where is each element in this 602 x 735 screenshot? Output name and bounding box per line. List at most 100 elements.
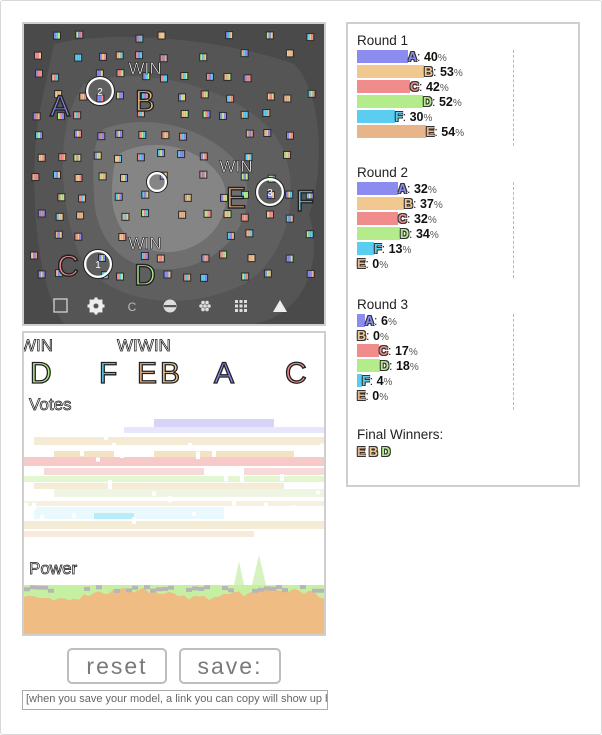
- voter-glyph: [283, 150, 292, 159]
- candidate-e[interactable]: E: [225, 181, 246, 215]
- voter-glyph: [285, 190, 294, 199]
- results-panel: Round 1 A: 40% B: 53% C: 42% D: 52% F: 30% E: …: [346, 22, 580, 487]
- result-pct: 53: [439, 65, 454, 79]
- result-row-c: C: 32%: [357, 212, 517, 227]
- voter-glyph: [223, 72, 232, 81]
- voter-glyph: [118, 233, 127, 242]
- win-label: WIN: [219, 157, 252, 176]
- separator: :: [432, 95, 439, 109]
- result-row-f: F: 13%: [357, 242, 517, 257]
- result-pct: 32: [413, 212, 428, 226]
- percent-sign: %: [429, 230, 439, 241]
- candidate-f[interactable]: F: [295, 184, 315, 218]
- voter-glyph: [226, 94, 235, 103]
- result-bar: [357, 110, 395, 123]
- result-candidate: B: [357, 329, 367, 343]
- final-winner-d: D: [381, 445, 391, 459]
- voter-glyph: [114, 154, 123, 163]
- result-pct: 18: [395, 359, 410, 373]
- voter-glyph: [199, 170, 208, 179]
- voter-glyph: [37, 209, 46, 218]
- voter-glyph: [285, 254, 294, 263]
- result-bar: [357, 314, 365, 327]
- voter-glyph: [35, 131, 44, 140]
- voter-glyph: [263, 129, 272, 138]
- voter-glyph: [116, 272, 125, 281]
- separator: :: [407, 182, 414, 196]
- result-pct: 37: [419, 197, 434, 211]
- result-candidate: A: [408, 50, 418, 64]
- candidate-b[interactable]: B: [134, 84, 155, 118]
- voter-glyph: [58, 153, 67, 162]
- voter-glyph: [265, 31, 274, 40]
- voter-glyph: [178, 93, 187, 102]
- result-row-b: B: 0%: [357, 329, 517, 344]
- round-1: Round 1 A: 40% B: 53% C: 42% D: 52% F: 30% E: …: [357, 32, 578, 146]
- final-winner-e: E: [357, 445, 366, 459]
- power-label: Power: [29, 559, 78, 578]
- voter-glyph: [200, 90, 209, 99]
- gear-icon[interactable]: [87, 297, 105, 315]
- simulation-svg[interactable]: A BC DE FWINWINWIN213C: [24, 24, 324, 324]
- candidate-a[interactable]: A: [49, 89, 70, 123]
- result-bar: [357, 344, 379, 357]
- voter-glyph: [306, 33, 315, 42]
- win-label: WIN: [128, 234, 161, 253]
- voter-glyph: [52, 170, 61, 179]
- percent-sign: %: [433, 200, 443, 211]
- result-candidate: D: [423, 95, 433, 109]
- simulation-canvas[interactable]: A B C D E F WIN WIN WIN 2 1 3 C: [22, 22, 326, 326]
- voter-glyph: [263, 269, 272, 278]
- voter-glyph: [74, 53, 83, 62]
- voter-glyph: [226, 231, 235, 240]
- percent-sign: %: [402, 245, 412, 256]
- round-rows: A: 32% B: 37% C: 32% D: 34% F: 13% E: 0%: [357, 182, 517, 278]
- final-winners-title: Final Winners:: [357, 427, 444, 442]
- voter-glyph: [202, 110, 211, 119]
- svg-text:C: C: [128, 300, 137, 314]
- reset-button[interactable]: reset: [67, 648, 167, 684]
- percent-sign: %: [423, 113, 433, 124]
- separator: :: [388, 344, 395, 358]
- result-pct: 34: [415, 227, 430, 241]
- voter-glyph: [247, 254, 256, 263]
- header-candidate-f: F: [99, 357, 117, 390]
- separator: :: [402, 110, 410, 124]
- voter-glyph: [283, 94, 292, 103]
- save-link-field[interactable]: [when you save your model, a link you ca…: [22, 690, 328, 710]
- result-row-d: D: 18%: [357, 359, 517, 374]
- grid-icon[interactable]: [235, 300, 247, 312]
- result-candidate: D: [400, 227, 410, 241]
- smiley-icon[interactable]: [163, 299, 177, 313]
- percent-sign: %: [439, 83, 449, 94]
- candidate-d[interactable]: D: [133, 258, 156, 292]
- result-pct: 30: [409, 110, 424, 124]
- result-pct: 32: [413, 182, 428, 196]
- voter-glyph: [305, 230, 314, 239]
- win-label: WIN: [128, 59, 161, 78]
- result-candidate: C: [379, 344, 389, 358]
- voter-glyph: [121, 212, 130, 221]
- final-winner-b: B: [368, 445, 378, 459]
- result-candidate: D: [380, 359, 390, 373]
- voter-glyph: [73, 111, 82, 120]
- result-bar: [357, 182, 398, 195]
- voter-glyph: [51, 73, 60, 82]
- voter-glyph: [219, 111, 228, 120]
- voter-glyph: [200, 273, 209, 282]
- voter-glyph: [203, 209, 212, 218]
- percent-sign: %: [408, 347, 418, 358]
- c-icon[interactable]: C: [128, 300, 137, 314]
- save-button[interactable]: save:: [179, 648, 281, 684]
- voter-glyph: [201, 254, 210, 263]
- separator: :: [413, 197, 420, 211]
- result-bar: [357, 95, 423, 108]
- round-title: Round 1: [357, 33, 409, 48]
- voter-glyph: [93, 151, 102, 160]
- percent-sign: %: [453, 68, 463, 79]
- voter-glyph: [57, 193, 66, 202]
- candidate-c[interactable]: C: [56, 249, 79, 283]
- voter-group-label: 1: [95, 260, 101, 271]
- voter-glyph: [30, 251, 39, 260]
- voter-glyph: [74, 173, 83, 182]
